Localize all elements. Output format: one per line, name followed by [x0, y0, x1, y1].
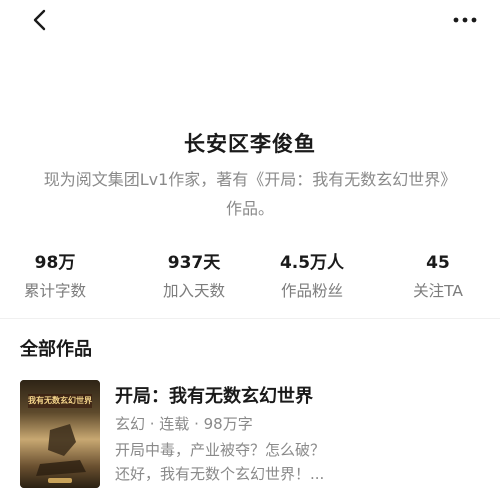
book-cover: 我有无数玄幻世界 [20, 380, 100, 488]
stat-label: 作品粉丝 [280, 282, 343, 300]
stat-days-joined: 937天 加入天数 [139, 250, 249, 301]
book-description-line: 开局中毒，产业被夺？怎么破？ [115, 441, 326, 459]
more-horizontal-icon [453, 17, 477, 23]
stat-value: 98万 [34, 253, 76, 273]
stat-following[interactable]: 45 关注TA [383, 250, 493, 301]
stat-value: 937天 [167, 253, 221, 273]
back-button[interactable] [26, 6, 54, 34]
divider [0, 318, 500, 319]
chevron-left-icon [33, 9, 46, 31]
top-bar [0, 0, 500, 40]
works-section-title: 全部作品 [20, 339, 92, 360]
book-description-line: 还好，我有无数个玄幻世界！... [115, 465, 325, 483]
author-name: 长安区李俊鱼 [184, 132, 316, 156]
stat-value: 45 [426, 253, 450, 273]
stat-value: 4.5万人 [279, 253, 345, 273]
author-bio: 现为阅文集团Lv1作家，著有《开局：我有无数玄幻世界》作品。 [43, 170, 457, 218]
stat-label: 加入天数 [162, 282, 225, 300]
book-title: 开局：我有无数玄幻世界 [115, 386, 313, 407]
more-options-button[interactable] [450, 6, 480, 34]
stat-label: 关注TA [413, 282, 463, 300]
book-item[interactable]: 我有无数玄幻世界 开局：我有无数玄幻世界 玄幻 · 连载 · 98万字 开局中毒… [20, 380, 480, 490]
stat-label: 累计字数 [23, 282, 86, 300]
book-cover-title: 我有无数玄幻世界 [28, 396, 92, 405]
stat-total-words: 98万 累计字数 [0, 250, 110, 301]
stat-fans: 4.5万人 作品粉丝 [257, 250, 367, 301]
author-stats: 98万 累计字数 937天 加入天数 4.5万人 作品粉丝 45 关注TA [0, 250, 500, 305]
book-description: 开局中毒，产业被夺？怎么破？ 还好，我有无数个玄幻世界！... [115, 438, 480, 486]
book-meta: 玄幻 · 连载 · 98万字 [115, 415, 253, 433]
